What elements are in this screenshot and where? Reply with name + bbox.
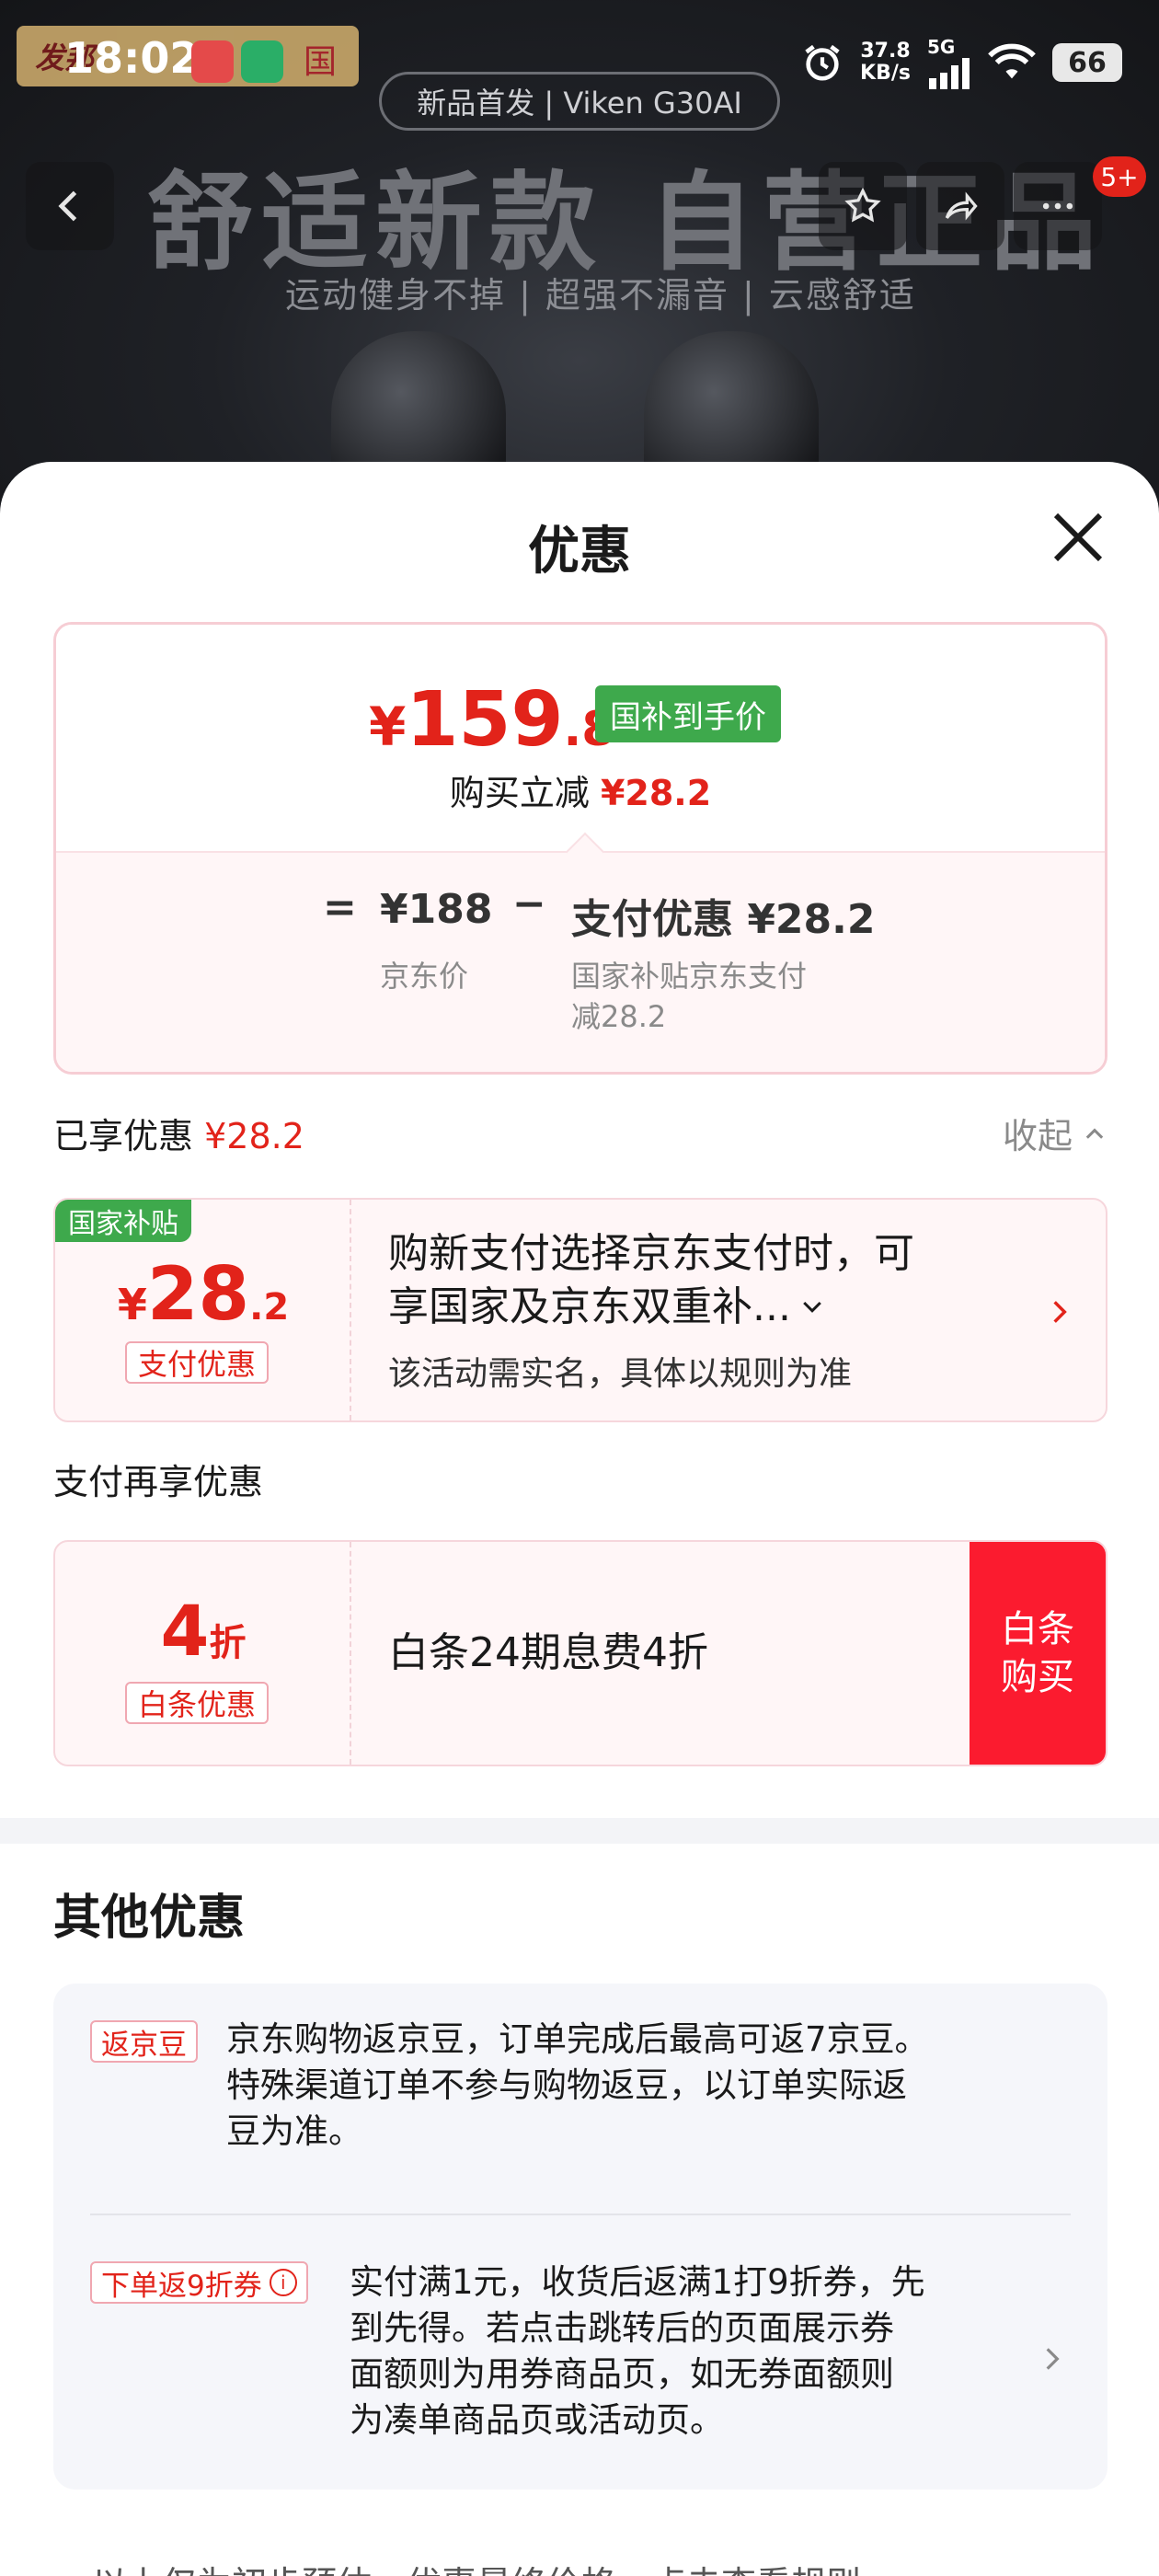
chevron-left-icon (58, 190, 77, 222)
national-subsidy-tag: 国家补贴 (55, 1200, 191, 1242)
save-amount: ¥28.2 (600, 773, 712, 813)
wechat-icon (241, 40, 283, 83)
more-dots-icon (1042, 202, 1073, 210)
discount-sheet: 优惠 ¥159.8 国补到手价 购买立减 ¥28.2 = ¥188 京东价 − … (0, 462, 1159, 2576)
subsidy-price-tag: 国补到手价 (595, 685, 781, 742)
enjoyed-amount: ¥28.2 (204, 1116, 304, 1156)
coupon-return-text[interactable]: 实付满1元，收货后返满1打9折券，先 到先得。若点击跳转后的页面展示券 面额则为… (350, 2260, 925, 2444)
baitiao-buy-label-line1: 白条 (1001, 1608, 1074, 1650)
jd-price: ¥188 (380, 886, 493, 933)
collapse-toggle[interactable]: 收起 (1003, 1108, 1107, 1158)
pay-discount-chip: 支付优惠 (125, 1341, 270, 1384)
subsidy-amount-dec: .2 (249, 1286, 290, 1328)
back-button[interactable] (26, 162, 114, 250)
subsidy-amount-int: 28 (146, 1251, 250, 1337)
price-summary-card: ¥159.8 国补到手价 购买立减 ¥28.2 = ¥188 京东价 − 支付优… (53, 622, 1107, 1075)
baitiao-unit: 折 (209, 1622, 247, 1664)
price-integer: 159 (406, 676, 564, 764)
coupon-return-tag-label: 下单返9折券 (101, 2269, 262, 2303)
network-type: 5G (927, 36, 956, 58)
baitiao-amount: 4 (160, 1590, 210, 1672)
price-top: ¥159.8 国补到手价 购买立减 ¥28.2 (56, 625, 1105, 851)
subsidy-note: 该活动需实名，具体以规则为准 (388, 1355, 853, 1393)
status-icons: 37.8 KB/s 5G 66 (801, 35, 1122, 90)
coupon-line: 到先得。若点击跳转后的页面展示券 (350, 2308, 894, 2348)
chevron-down-icon[interactable] (798, 1294, 826, 1321)
chevron-right-icon[interactable] (1045, 1297, 1074, 1327)
subsidy-coupon[interactable]: 国家补贴 ¥28.2 支付优惠 购新支付选择京东支付时，可 享国家及京东双重补.… (53, 1198, 1107, 1422)
share-button[interactable] (916, 162, 1004, 250)
collapse-label: 收起 (1002, 1116, 1073, 1156)
sheet-title: 优惠 (528, 522, 631, 581)
baitiao-buy-button[interactable]: 白条 购买 (970, 1542, 1106, 1765)
jingdou-return-tag: 返京豆 (90, 2020, 198, 2063)
subsidy-currency: ¥ (117, 1280, 147, 1329)
share-icon (945, 191, 978, 221)
coupon-line: 为凑单商品页或活动页。 (350, 2400, 724, 2440)
notification-app-icon (191, 40, 234, 83)
signal: 5G (927, 36, 971, 89)
wifi-icon (988, 43, 1036, 79)
star-icon (844, 187, 881, 223)
offer-separator (90, 2214, 1071, 2215)
minus-sign: − (512, 880, 546, 927)
pay-discount-note: 国家补贴京东支付 减28.2 (571, 956, 807, 1037)
baitiao-coupon-left: 4折 白条优惠 (55, 1542, 351, 1765)
brand-sticker-text2: 国 (303, 43, 337, 81)
subsidy-description-line2-text: 享国家及京东双重补... (388, 1283, 791, 1330)
signal-icon (929, 58, 970, 89)
favorite-button[interactable] (819, 162, 907, 250)
subsidy-description: 购新支付选择京东支付时，可 享国家及京东双重补... (388, 1227, 914, 1334)
pay-discount-note-line1: 国家补贴京东支付 (571, 959, 808, 994)
subsidy-amount: ¥28.2 (55, 1251, 351, 1337)
other-offers-title: 其他优惠 (53, 1891, 246, 1946)
jingdou-return-text: 京东购物返京豆，订单完成后最高可返7京豆。 特殊渠道订单不参与购物返豆，以订单实… (226, 2017, 929, 2155)
equals-sign: = (323, 884, 357, 931)
other-offers-box: 返京豆 京东购物返京豆，订单完成后最高可返7京豆。 特殊渠道订单不参与购物返豆，… (53, 1984, 1107, 2490)
net-speed-value: 37.8 (860, 40, 911, 63)
chevron-right-icon[interactable] (1038, 2344, 1067, 2374)
pay-discount: 支付优惠 ¥28.2 (571, 896, 876, 943)
pay-more-title: 支付再享优惠 (53, 1462, 264, 1502)
final-price: ¥159.8 (369, 676, 614, 764)
section-divider (0, 1818, 1159, 1844)
baitiao-discount: 4折 (55, 1590, 351, 1672)
close-icon[interactable] (1049, 508, 1107, 567)
net-speed: 37.8 KB/s (860, 40, 911, 85)
jingdou-line: 特殊渠道订单不参与购物返豆，以订单实际返 (226, 2065, 907, 2105)
coupon-line: 面额则为用券商品页，如无券面额则 (350, 2354, 894, 2394)
clock-time: 18:02 (64, 33, 200, 83)
save-label: 购买立减 (449, 773, 590, 813)
baitiao-chip: 白条优惠 (125, 1682, 270, 1724)
enjoyed-label-text: 已享优惠 (53, 1116, 194, 1156)
coupon-line: 实付满1元，收货后返满1打9折券，先 (350, 2262, 925, 2302)
banner-subline: 运动健身不掉 | 超强不漏音 | 云感舒适 (285, 275, 916, 316)
baitiao-description: 白条24期息费4折 (388, 1629, 708, 1676)
jingdou-line: 豆为准。 (226, 2111, 362, 2151)
subsidy-coupon-left: 国家补贴 ¥28.2 支付优惠 (55, 1200, 351, 1420)
subsidy-description-line1: 购新支付选择京东支付时，可 (388, 1230, 914, 1277)
subsidy-description-line2: 享国家及京东双重补... (388, 1281, 914, 1334)
status-bar: 发邦 国 18:02 37.8 KB/s 5G 66 (0, 0, 1159, 120)
instant-discount-line: 购买立减 ¥28.2 (56, 765, 1105, 815)
info-icon[interactable]: i (269, 2269, 297, 2296)
enjoyed-label: 已享优惠 ¥28.2 (53, 1108, 304, 1158)
battery-indicator: 66 (1052, 43, 1122, 82)
message-count-badge: 5+ (1093, 156, 1146, 197)
net-speed-unit: KB/s (860, 62, 911, 85)
jd-price-label: 京东价 (380, 959, 469, 994)
baitiao-buy-label: 白条 购买 (1001, 1605, 1074, 1701)
jingdou-line: 京东购物返京豆，订单完成后最高可返7京豆。 (226, 2019, 929, 2059)
chevron-up-icon (1085, 1127, 1104, 1139)
price-breakdown: = ¥188 京东价 − 支付优惠 ¥28.2 国家补贴京东支付 减28.2 (56, 851, 1105, 1072)
price-currency: ¥ (369, 696, 407, 758)
more-button[interactable] (1014, 162, 1102, 250)
pay-discount-note-line2: 减28.2 (571, 999, 667, 1034)
alarm-icon (805, 44, 840, 81)
footer-disclaimer: 以上仅为初步预估，优惠最终价格，点击查看规则 (92, 2556, 861, 2576)
baitiao-coupon[interactable]: 4折 白条优惠 白条24期息费4折 白条 购买 (53, 1540, 1107, 1766)
coupon-return-tag[interactable]: 下单返9折券 i (90, 2261, 308, 2304)
enjoyed-discount-row: 已享优惠 ¥28.2 收起 (53, 1108, 1107, 1163)
baitiao-buy-label-line2: 购买 (1001, 1656, 1074, 1698)
